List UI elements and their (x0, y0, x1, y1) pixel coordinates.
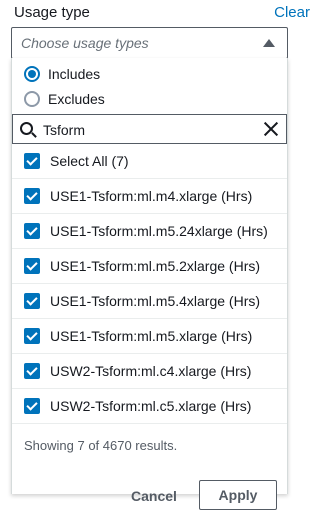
radio-selected-icon[interactable] (24, 66, 40, 82)
checkbox-checked-icon[interactable] (24, 363, 40, 379)
filter-header: Usage type Clear (14, 4, 310, 22)
usage-type-select[interactable]: Choose usage types (11, 27, 288, 59)
checkbox-checked-icon[interactable] (24, 153, 40, 169)
cancel-button[interactable]: Cancel (124, 484, 184, 508)
list-item[interactable]: USE1-Tsform:ml.m5.xlarge (Hrs) (12, 319, 287, 354)
search-input[interactable] (43, 119, 243, 141)
checkbox-checked-icon[interactable] (24, 398, 40, 414)
close-icon[interactable] (262, 120, 280, 138)
option-label: USW2-Tsform:ml.c5.xlarge (Hrs) (50, 398, 252, 414)
caret-up-icon (263, 39, 275, 47)
search-field[interactable] (12, 114, 287, 144)
checkbox-checked-icon[interactable] (24, 328, 40, 344)
option-label: USE1-Tsform:ml.m4.xlarge (Hrs) (50, 188, 253, 204)
checkbox-checked-icon[interactable] (24, 223, 40, 239)
radio-unselected-icon[interactable] (24, 91, 40, 107)
list-item[interactable]: USE1-Tsform:ml.m5.4xlarge (Hrs) (12, 284, 287, 319)
checkbox-checked-icon[interactable] (24, 258, 40, 274)
list-item[interactable]: USW2-Tsform:ml.c4.xlarge (Hrs) (12, 354, 287, 389)
option-select-all[interactable]: Select All (7) (12, 144, 287, 179)
radio-includes-label: Includes (48, 66, 101, 82)
search-icon (20, 122, 33, 135)
results-count: Showing 7 of 4670 results. (24, 438, 178, 453)
option-label: USW2-Tsform:ml.c4.xlarge (Hrs) (50, 363, 252, 379)
clear-link[interactable]: Clear (274, 4, 310, 21)
radio-excludes[interactable]: Excludes (24, 90, 105, 108)
list-item[interactable]: USE1-Tsform:ml.m5.24xlarge (Hrs) (12, 214, 287, 249)
option-label: USE1-Tsform:ml.m5.4xlarge (Hrs) (50, 293, 261, 309)
usage-type-dropdown: Includes Excludes Select All (7) USE1-Ts… (11, 58, 288, 510)
select-placeholder: Choose usage types (21, 35, 149, 51)
list-item[interactable]: USE1-Tsform:ml.m4.xlarge (Hrs) (12, 179, 287, 214)
checkbox-checked-icon[interactable] (24, 293, 40, 309)
option-label: USE1-Tsform:ml.m5.xlarge (Hrs) (50, 328, 253, 344)
apply-button[interactable]: Apply (199, 480, 277, 510)
option-label: Select All (7) (50, 153, 129, 169)
filter-label: Usage type (14, 4, 90, 21)
radio-excludes-label: Excludes (48, 91, 105, 107)
list-item[interactable]: USE1-Tsform:ml.m5.2xlarge (Hrs) (12, 249, 287, 284)
radio-includes[interactable]: Includes (24, 65, 100, 83)
option-label: USE1-Tsform:ml.m5.2xlarge (Hrs) (50, 258, 261, 274)
checkbox-checked-icon[interactable] (24, 188, 40, 204)
list-item[interactable]: USW2-Tsform:ml.c5.xlarge (Hrs) (12, 389, 287, 424)
option-label: USE1-Tsform:ml.m5.24xlarge (Hrs) (50, 223, 268, 239)
